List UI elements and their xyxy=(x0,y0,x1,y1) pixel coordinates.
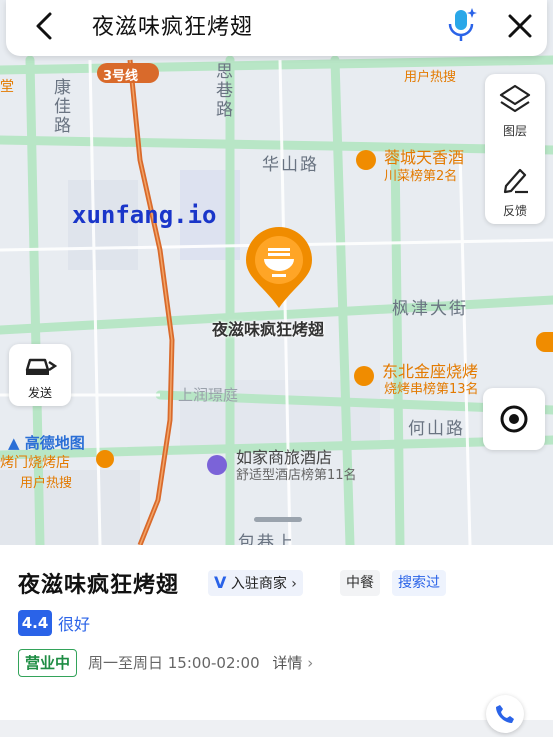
poi-label: 堂 xyxy=(0,79,14,95)
poi-marker[interactable] xyxy=(96,450,114,468)
poi-sub: 舒适型酒店榜第11名 xyxy=(236,468,357,483)
cuisine-tag: 中餐 xyxy=(340,570,380,596)
voice-search-button[interactable] xyxy=(444,6,478,44)
poi-label: 烤门烧烤店 xyxy=(0,455,70,471)
my-location-button[interactable] xyxy=(483,388,545,450)
selected-location-pin[interactable] xyxy=(244,226,314,310)
close-button[interactable] xyxy=(502,8,538,44)
poi-marker[interactable] xyxy=(536,332,553,352)
layers-icon xyxy=(499,84,531,113)
search-query[interactable]: 夜滋味疯狂烤翅 xyxy=(92,9,253,41)
feedback-label: 反馈 xyxy=(502,204,527,218)
poi-marker[interactable] xyxy=(354,366,374,386)
layers-label: 图层 xyxy=(502,124,527,138)
map-side-controls: 图层 反馈 xyxy=(485,74,545,224)
phone-icon xyxy=(496,705,514,723)
area-label: 上润璟庭 xyxy=(178,386,239,404)
feedback-button[interactable]: 反馈 xyxy=(485,162,545,219)
rating-text: 很好 xyxy=(58,615,91,634)
road-label: 何山路 xyxy=(408,419,465,439)
hotel-marker[interactable] xyxy=(207,455,227,475)
road-label: 康佳路 xyxy=(50,78,70,135)
watermark: xunfang.io xyxy=(72,201,217,229)
poi-hot-label: 用户热搜 xyxy=(20,476,73,491)
road-label: 包巷上 xyxy=(238,533,295,545)
place-title: 夜滋味疯狂烤翅 xyxy=(18,573,180,598)
chevron-left-icon xyxy=(36,12,52,40)
rating-score: 4.4 xyxy=(18,610,52,636)
call-button[interactable] xyxy=(486,695,524,733)
selected-place-label: 夜滋味疯狂烤翅 xyxy=(212,320,325,339)
car-send-icon xyxy=(25,358,58,375)
sheet-drag-handle[interactable] xyxy=(254,517,302,522)
noodle-bowl-icon xyxy=(246,227,312,308)
details-link[interactable]: 详情 xyxy=(272,654,302,672)
send-to-car-button[interactable]: 发送 xyxy=(9,344,71,406)
verified-v-icon: V xyxy=(214,573,227,592)
poi-marker[interactable] xyxy=(356,150,376,170)
search-bar[interactable]: 夜滋味疯狂烤翅 xyxy=(6,0,547,56)
chevron-right-icon: › xyxy=(291,576,297,592)
locate-icon xyxy=(500,405,528,433)
back-button[interactable] xyxy=(28,8,64,44)
close-icon xyxy=(508,14,532,38)
layers-button[interactable]: 图层 xyxy=(485,82,545,139)
chevron-right-icon: › xyxy=(307,654,314,672)
road-label: 枫津大街 xyxy=(392,299,468,319)
poi-hot-label: 用户热搜 xyxy=(404,70,457,85)
navigate-arrow-icon: ▲ xyxy=(8,434,20,452)
merchant-badge[interactable]: V 入驻商家 › xyxy=(208,570,303,596)
poi-sub: 川菜榜第2名 xyxy=(384,169,458,184)
poi-sub: 烧烤串榜第13名 xyxy=(384,382,479,397)
road-label: 华山路 xyxy=(262,155,319,175)
open-status-badge: 营业中 xyxy=(18,649,78,677)
map-view[interactable]: 3号线 康佳路 思巷路 华山路 枫津大街 何山路 包巷上 上润璟庭 用户热搜 用… xyxy=(0,0,553,545)
metro-line-label: 3号线 xyxy=(103,69,139,84)
business-hours[interactable]: 周一至周日 15:00-02:00 详情 › xyxy=(88,652,313,673)
road-label: 思巷路 xyxy=(212,62,232,119)
amap-logo: ▲ 高德地图 xyxy=(8,434,85,452)
searched-tag: 搜索过 xyxy=(392,570,446,596)
edit-pencil-icon xyxy=(503,168,528,194)
send-label: 发送 xyxy=(27,386,52,400)
microphone-icon xyxy=(448,8,477,41)
